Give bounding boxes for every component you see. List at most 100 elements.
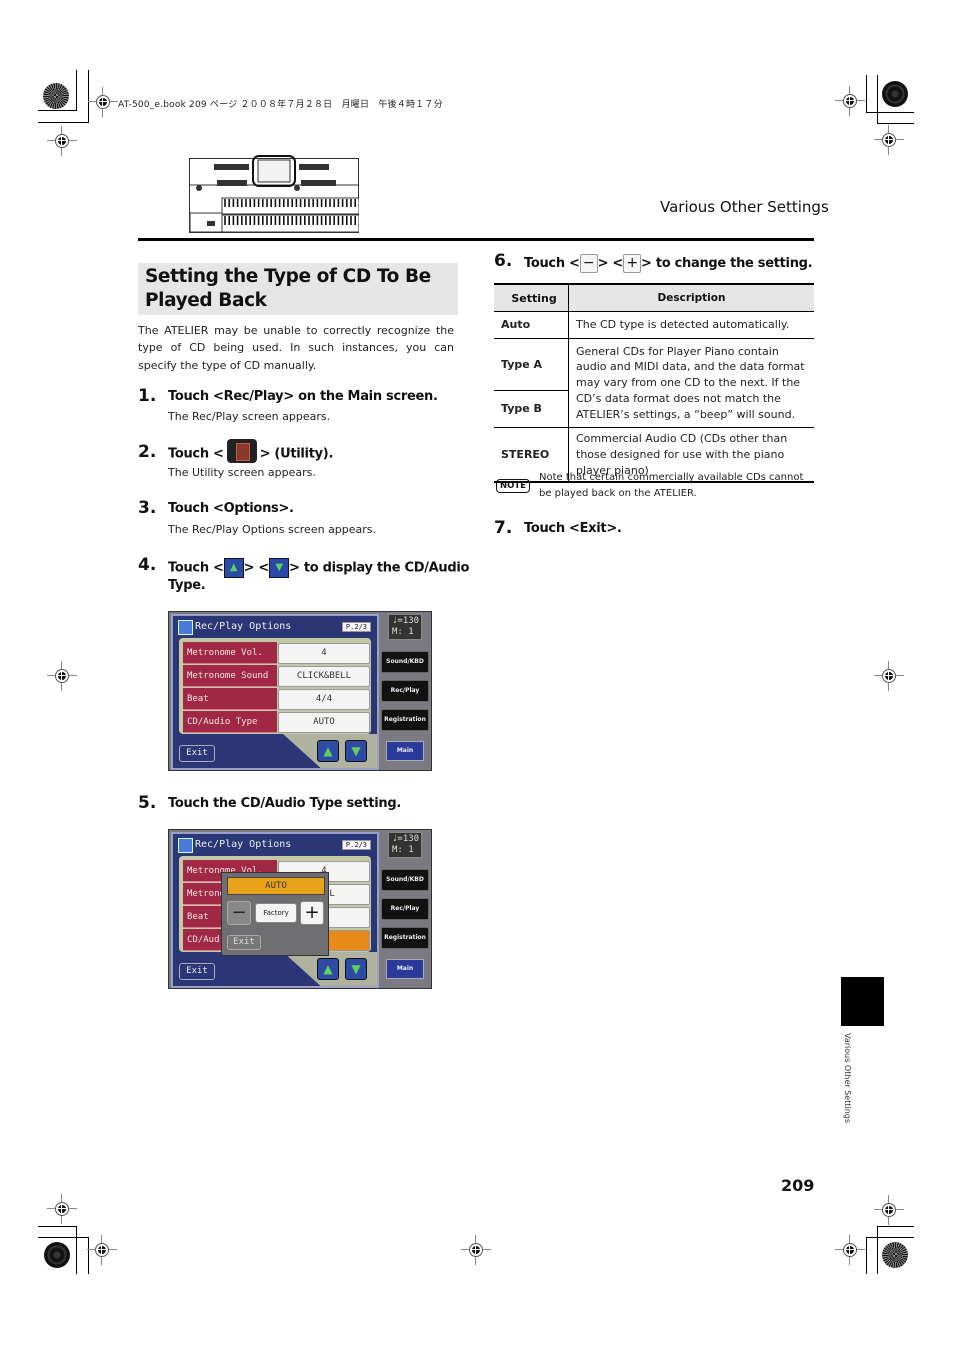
chapter-tab-label: Various Other Settings <box>843 1033 852 1124</box>
registration-mark <box>835 86 865 116</box>
step-instruction: Touch < <box>168 446 224 462</box>
crop-line <box>38 1226 76 1227</box>
note-badge: NOTE <box>496 479 530 493</box>
step-instruction: Touch <Options>. <box>168 501 294 516</box>
step-instruction: > < <box>597 256 624 271</box>
tempo-display: ♩=130 M: 1 <box>388 614 422 640</box>
note-text: Note that certain commercially available… <box>539 472 804 499</box>
step-instruction: Touch <Rec/Play> on the Main screen. <box>168 389 438 404</box>
scroll-down-button[interactable]: ▼ <box>345 740 367 762</box>
registration-disc-top-left <box>43 83 69 109</box>
value-popup: AUTO − Factory + Exit <box>221 872 329 956</box>
crop-line <box>866 112 914 113</box>
intro-paragraph: The ATELIER may be unable to correctly r… <box>138 324 454 372</box>
step-number: 6. <box>494 251 513 271</box>
step-instruction: Touch < <box>168 560 224 576</box>
step-number: 2. <box>138 442 157 462</box>
column-header: Setting <box>494 283 569 312</box>
description-cell: General CDs for Player Piano contain aud… <box>568 338 814 428</box>
sound-kbd-button[interactable]: Sound/KBD <box>381 651 429 673</box>
description-cell: The CD type is detected automatically. <box>568 311 814 339</box>
step-number: 1. <box>138 386 157 406</box>
table-header-row: Setting Description <box>494 283 814 312</box>
registration-disc-bottom-right <box>882 1242 908 1268</box>
chapter-tab <box>841 977 884 1026</box>
step-instruction: > to display the CD/Audio <box>289 560 470 576</box>
organ-illustration <box>189 155 359 233</box>
crop-line <box>877 123 914 124</box>
utility-icon <box>226 439 257 463</box>
step-number: 3. <box>138 498 157 518</box>
crop-line <box>76 1226 77 1274</box>
option-value[interactable]: CLICK&BELL <box>278 666 370 687</box>
option-value[interactable]: 4 <box>278 643 370 664</box>
page-indicator: P.2/3 <box>341 840 371 850</box>
crop-line <box>866 1237 914 1238</box>
exit-button[interactable]: Exit <box>179 963 215 980</box>
page-indicator: P.2/3 <box>341 622 371 632</box>
header-rule <box>138 238 814 241</box>
step-instruction: > (Utility). <box>259 446 334 462</box>
side-panel: ♩=130 M: 1 Sound/KBD Rec/Play Registratio… <box>381 614 429 766</box>
table-row: Type A General CDs for Player Piano cont… <box>494 338 814 428</box>
option-label: Metronome Vol. <box>183 642 277 664</box>
options-panel: Rec/Play Options P.2/3 Metronome Vol. 4 M… <box>171 832 379 988</box>
option-label: CD/Audio Type <box>183 711 277 733</box>
option-value[interactable]: AUTO <box>278 712 370 733</box>
registration-mark <box>88 87 118 117</box>
down-arrow-icon: ▼ <box>269 558 290 578</box>
scroll-up-button[interactable]: ▲ <box>317 740 339 762</box>
minus-button[interactable]: − <box>227 901 251 925</box>
plus-icon: + <box>623 254 642 273</box>
step-instruction: Touch the CD/Audio Type setting. <box>168 796 402 811</box>
option-label: Metronome Sound <box>183 665 277 687</box>
step-instruction: Touch < <box>524 256 580 271</box>
metronome-icon <box>178 620 193 635</box>
crop-line <box>866 75 867 112</box>
main-button[interactable]: Main <box>386 959 424 979</box>
setting-cell: Auto <box>494 311 569 339</box>
crop-line <box>877 1226 914 1227</box>
registration-mark <box>874 661 904 691</box>
option-row[interactable]: CD/Audio Type AUTO <box>183 711 370 733</box>
crop-line <box>38 122 89 123</box>
exit-button[interactable]: Exit <box>179 745 215 762</box>
side-panel: ♩=130 M: 1 Sound/KBD Rec/Play Registratio… <box>381 832 429 984</box>
section-label: Various Other Settings <box>660 198 829 216</box>
scroll-up-button[interactable]: ▲ <box>317 958 339 980</box>
option-label: Beat <box>183 688 277 710</box>
registration-mark <box>461 1235 491 1265</box>
registration-mark <box>47 661 77 691</box>
registration-mark <box>874 1195 904 1225</box>
column-header: Description <box>568 283 814 312</box>
registration-button[interactable]: Registration <box>381 709 429 731</box>
option-value[interactable]: 4/4 <box>278 689 370 710</box>
step-number: 5. <box>138 793 157 813</box>
registration-mark <box>874 125 904 155</box>
setting-cell: Type A <box>494 338 569 391</box>
step-instruction: > to change the setting. <box>641 256 813 271</box>
table-row: Auto The CD type is detected automatical… <box>494 311 814 339</box>
plus-button[interactable]: + <box>300 901 324 925</box>
registration-mark <box>47 126 77 156</box>
section-heading: Setting the Type of CD To Be Played Back <box>145 266 431 311</box>
option-row[interactable]: Metronome Vol. 4 <box>183 642 370 664</box>
screen-title: Rec/Play Options <box>195 621 292 632</box>
setting-cell: Type B <box>494 390 569 428</box>
rec-play-button[interactable]: Rec/Play <box>381 680 429 702</box>
tempo-display: ♩=130 M: 1 <box>388 832 422 858</box>
factory-button[interactable]: Factory <box>255 903 297 923</box>
print-header-info: AT-500_e.book 209 ページ ２００８年７月２８日 月曜日 午後４… <box>118 100 443 110</box>
scroll-down-button[interactable]: ▼ <box>345 958 367 980</box>
registration-button[interactable]: Registration <box>381 927 429 949</box>
popup-exit-button[interactable]: Exit <box>227 935 261 950</box>
sound-kbd-button[interactable]: Sound/KBD <box>381 869 429 891</box>
option-row[interactable]: Beat 4/4 <box>183 688 370 710</box>
registration-mark <box>87 1235 117 1265</box>
main-button[interactable]: Main <box>386 741 424 761</box>
step-instruction: > < <box>243 560 270 576</box>
rec-play-button[interactable]: Rec/Play <box>381 898 429 920</box>
step-instruction: Touch <Exit>. <box>524 521 622 536</box>
option-row[interactable]: Metronome Sound CLICK&BELL <box>183 665 370 687</box>
up-arrow-icon: ▲ <box>223 558 244 578</box>
